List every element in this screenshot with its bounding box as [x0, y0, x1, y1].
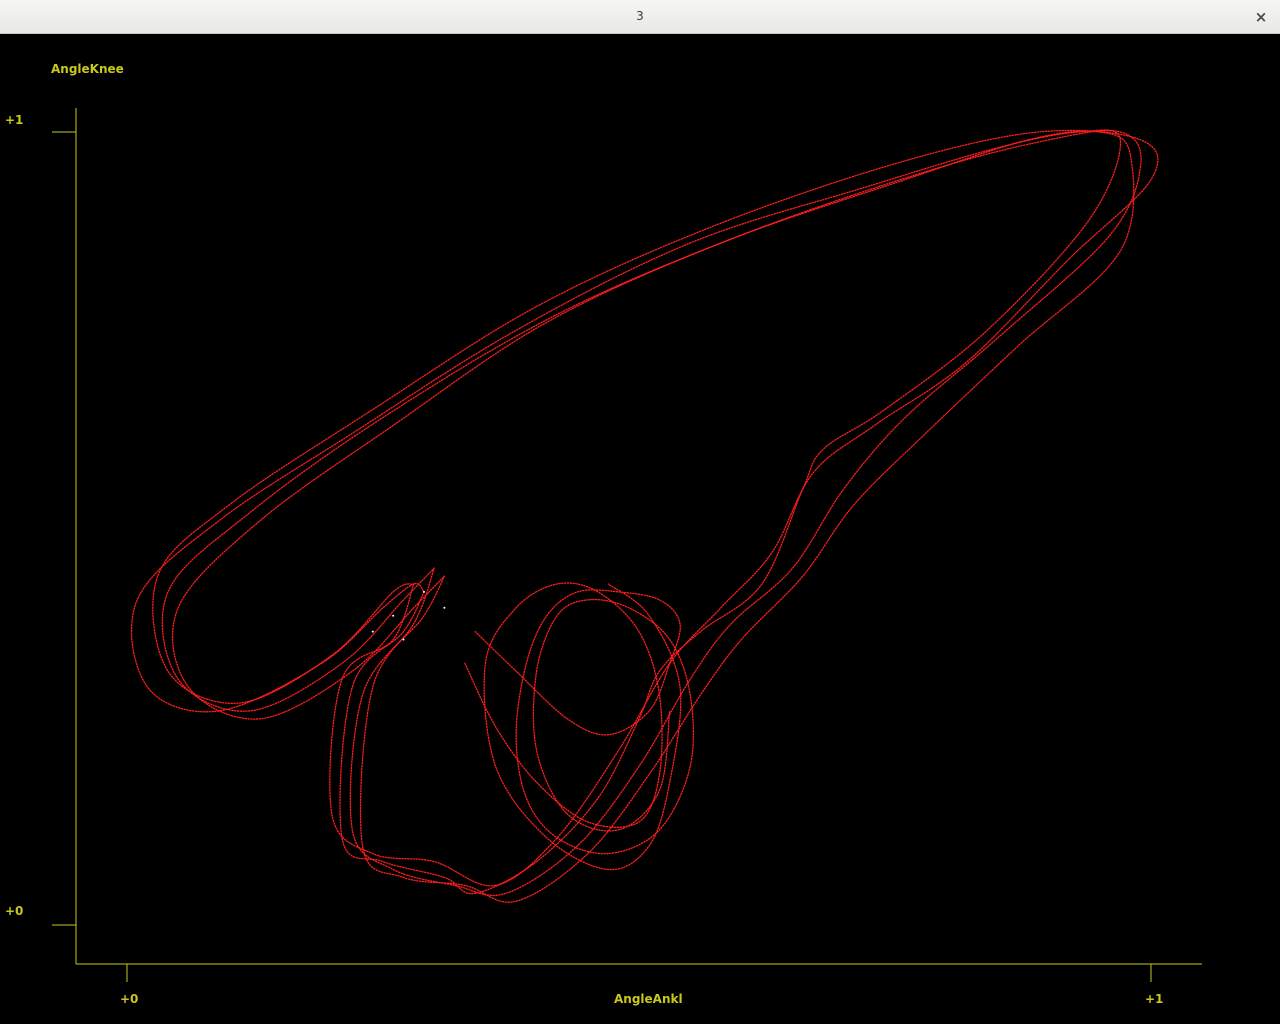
plot-background — [0, 34, 1280, 1024]
close-icon[interactable]: × — [1250, 6, 1272, 28]
highlight-point-1 — [423, 590, 425, 593]
highlight-point-3 — [371, 630, 374, 633]
y-tick-label-top: +1 — [5, 113, 23, 127]
x-tick-label-right: +1 — [1145, 992, 1163, 1006]
window-title: 3 — [636, 9, 644, 23]
highlight-point-2 — [443, 606, 446, 609]
phase-plot: AngleKnee +1 +0 +0 +1 AngleAnkl — [0, 34, 1280, 1024]
x-tick-label-left: +0 — [120, 992, 138, 1006]
window-titlebar: 3 × — [0, 0, 1280, 34]
highlight-point-4 — [402, 638, 405, 641]
y-tick-label-bottom: +0 — [5, 904, 23, 918]
y-axis-label: AngleKnee — [51, 62, 124, 76]
x-axis-label: AngleAnkl — [614, 992, 683, 1006]
highlight-point-0 — [392, 614, 395, 617]
